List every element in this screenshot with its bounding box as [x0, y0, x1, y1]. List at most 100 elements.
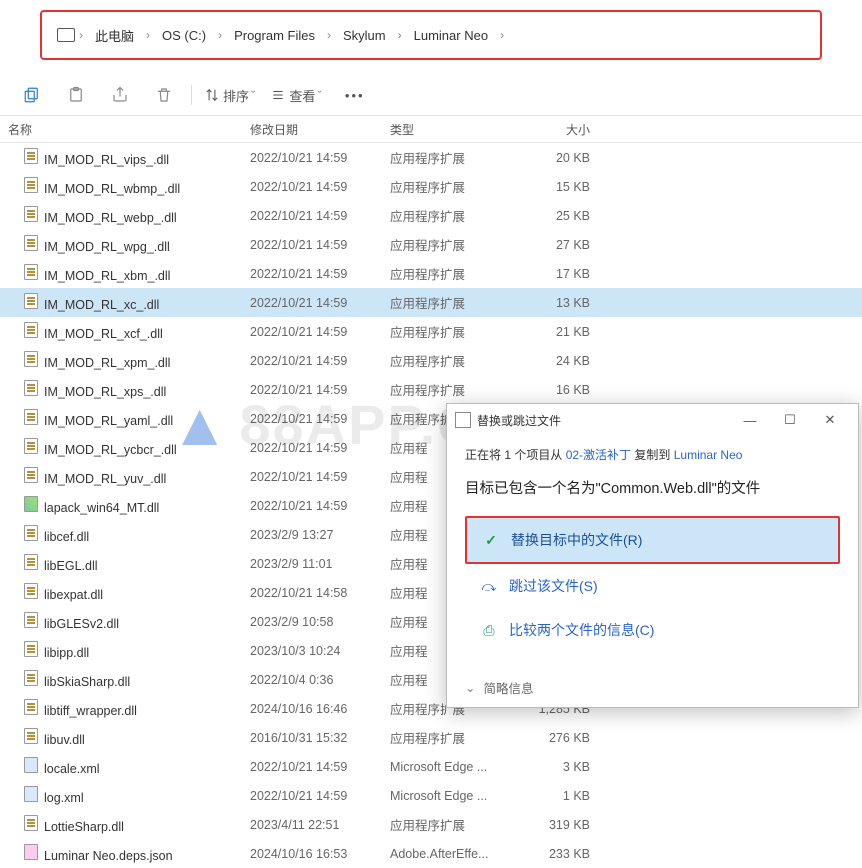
file-icon [24, 467, 38, 483]
copy-icon[interactable] [22, 85, 42, 105]
view-button[interactable]: 查看ˇ [263, 86, 329, 105]
file-date: 2023/2/9 10:58 [250, 615, 390, 629]
skip-option[interactable]: ⤼ 跳过该文件(S) [465, 564, 840, 608]
dialog-footer[interactable]: ⌄ 简略信息 [447, 668, 858, 707]
replace-option[interactable]: ✓ 替换目标中的文件(R) [465, 516, 840, 564]
file-date: 2022/10/21 14:59 [250, 383, 390, 397]
file-type: 应用程序扩展 [390, 322, 520, 341]
breadcrumb-item[interactable]: 此电脑 [87, 26, 142, 45]
table-row[interactable]: locale.xml2022/10/21 14:59Microsoft Edge… [0, 752, 862, 781]
sort-icon [205, 88, 219, 102]
table-row[interactable]: log.xml2022/10/21 14:59Microsoft Edge ..… [0, 781, 862, 810]
file-date: 2022/10/21 14:59 [250, 325, 390, 339]
replace-skip-dialog: 替换或跳过文件 — ☐ ✕ 正在将 1 个项目从 02-激活补丁 复制到 Lum… [446, 403, 859, 708]
file-size: 276 KB [520, 731, 600, 745]
file-icon [24, 351, 38, 367]
file-date: 2022/10/21 14:59 [250, 789, 390, 803]
file-type: 应用程序扩展 [390, 351, 520, 370]
maximize-button[interactable]: ☐ [770, 412, 810, 428]
table-row[interactable]: IM_MOD_RL_wpg_.dll2022/10/21 14:59应用程序扩展… [0, 230, 862, 259]
dest-link[interactable]: Luminar Neo [674, 448, 743, 462]
chevron-right-icon[interactable]: › [323, 28, 335, 42]
file-type: 应用程序扩展 [390, 380, 520, 399]
file-date: 2022/10/21 14:59 [250, 296, 390, 310]
minimize-button[interactable]: — [730, 413, 770, 428]
col-date[interactable]: 修改日期 [250, 121, 390, 138]
file-name: libuv.dll [44, 733, 85, 747]
file-size: 233 KB [520, 847, 600, 861]
trash-icon[interactable] [154, 85, 174, 105]
file-icon [24, 148, 38, 164]
table-row[interactable]: IM_MOD_RL_wbmp_.dll2022/10/21 14:59应用程序扩… [0, 172, 862, 201]
file-name: Luminar Neo.deps.json [44, 849, 173, 863]
chevron-right-icon[interactable]: › [214, 28, 226, 42]
file-type: 应用程序扩展 [390, 728, 520, 747]
breadcrumb-item[interactable]: Skylum [335, 28, 394, 43]
table-row[interactable]: IM_MOD_RL_xpm_.dll2022/10/21 14:59应用程序扩展… [0, 346, 862, 375]
table-row[interactable]: IM_MOD_RL_xps_.dll 2022/10/21 14:59应用程序扩展… [0, 375, 862, 404]
table-row[interactable]: LottieSharp.dll2023/4/11 22:51应用程序扩展319 … [0, 810, 862, 839]
file-date: 2024/10/16 16:53 [250, 847, 390, 861]
file-size: 24 KB [520, 354, 600, 368]
file-date: 2022/10/21 14:58 [250, 586, 390, 600]
file-size: 319 KB [520, 818, 600, 832]
skip-icon: ⤼ [479, 578, 499, 595]
dialog-titlebar[interactable]: 替换或跳过文件 — ☐ ✕ [447, 404, 858, 436]
paste-icon[interactable] [66, 85, 86, 105]
file-name: locale.xml [44, 762, 100, 776]
breadcrumb-item[interactable]: Program Files [226, 28, 323, 43]
table-row[interactable]: Luminar Neo.deps.json2024/10/16 16:53Ado… [0, 839, 862, 868]
chevron-right-icon[interactable]: › [142, 28, 154, 42]
source-link[interactable]: 02-激活补丁 [566, 448, 631, 462]
more-icon[interactable]: ••• [345, 85, 365, 105]
compare-icon: ⎙ [479, 622, 499, 639]
file-date: 2022/10/21 14:59 [250, 151, 390, 165]
file-icon [24, 322, 38, 338]
file-date: 2022/10/21 14:59 [250, 209, 390, 223]
window-icon [455, 412, 471, 428]
file-name: libexpat.dll [44, 588, 103, 602]
file-size: 27 KB [520, 238, 600, 252]
chevron-right-icon[interactable]: › [75, 28, 87, 42]
breadcrumb-item[interactable]: Luminar Neo [406, 28, 496, 43]
file-date: 2022/10/21 14:59 [250, 412, 390, 426]
col-size[interactable]: 大小 [520, 121, 600, 138]
file-name: IM_MOD_RL_xpm_.dll [44, 356, 170, 370]
file-icon [24, 844, 38, 860]
col-name[interactable]: 名称 [0, 121, 250, 138]
file-icon [24, 496, 38, 512]
file-date: 2022/10/4 0:36 [250, 673, 390, 687]
file-name: IM_MOD_RL_xps_.dll [44, 385, 166, 399]
table-row[interactable]: libuv.dll2016/10/31 15:32应用程序扩展276 KB [0, 723, 862, 752]
sort-button[interactable]: 排序ˇ [197, 86, 263, 105]
breadcrumb-item[interactable]: OS (C:) [154, 28, 214, 43]
chevron-right-icon[interactable]: › [394, 28, 406, 42]
col-type[interactable]: 类型 [390, 121, 520, 138]
share-icon[interactable] [110, 85, 130, 105]
file-icon [24, 293, 38, 309]
file-icon [24, 235, 38, 251]
column-headers: 名称 修改日期 类型 大小 [0, 115, 862, 143]
file-icon [24, 409, 38, 425]
file-name: libGLESv2.dll [44, 617, 119, 631]
table-row[interactable]: IM_MOD_RL_xc_.dll2022/10/21 14:59应用程序扩展1… [0, 288, 862, 317]
file-name: IM_MOD_RL_wbmp_.dll [44, 182, 180, 196]
table-row[interactable]: IM_MOD_RL_xcf_.dll2022/10/21 14:59应用程序扩展… [0, 317, 862, 346]
file-name: libtiff_wrapper.dll [44, 704, 137, 718]
file-date: 2024/10/16 16:46 [250, 702, 390, 716]
file-icon [24, 380, 38, 396]
table-row[interactable]: IM_MOD_RL_vips_.dll2022/10/21 14:59应用程序扩… [0, 143, 862, 172]
compare-option[interactable]: ⎙ 比较两个文件的信息(C) [465, 608, 840, 652]
file-date: 2023/2/9 13:27 [250, 528, 390, 542]
table-row[interactable]: IM_MOD_RL_xbm_.dll2022/10/21 14:59应用程序扩展… [0, 259, 862, 288]
chevron-right-icon[interactable]: › [496, 28, 508, 42]
file-type: 应用程序扩展 [390, 815, 520, 834]
close-button[interactable]: ✕ [810, 412, 850, 428]
toolbar: 排序ˇ 查看ˇ ••• [0, 75, 862, 115]
file-icon [24, 699, 38, 715]
file-name: IM_MOD_RL_wpg_.dll [44, 240, 170, 254]
table-row[interactable]: IM_MOD_RL_webp_.dll2022/10/21 14:59应用程序扩… [0, 201, 862, 230]
file-type: 应用程序扩展 [390, 206, 520, 225]
file-size: 20 KB [520, 151, 600, 165]
file-date: 2022/10/21 14:59 [250, 238, 390, 252]
